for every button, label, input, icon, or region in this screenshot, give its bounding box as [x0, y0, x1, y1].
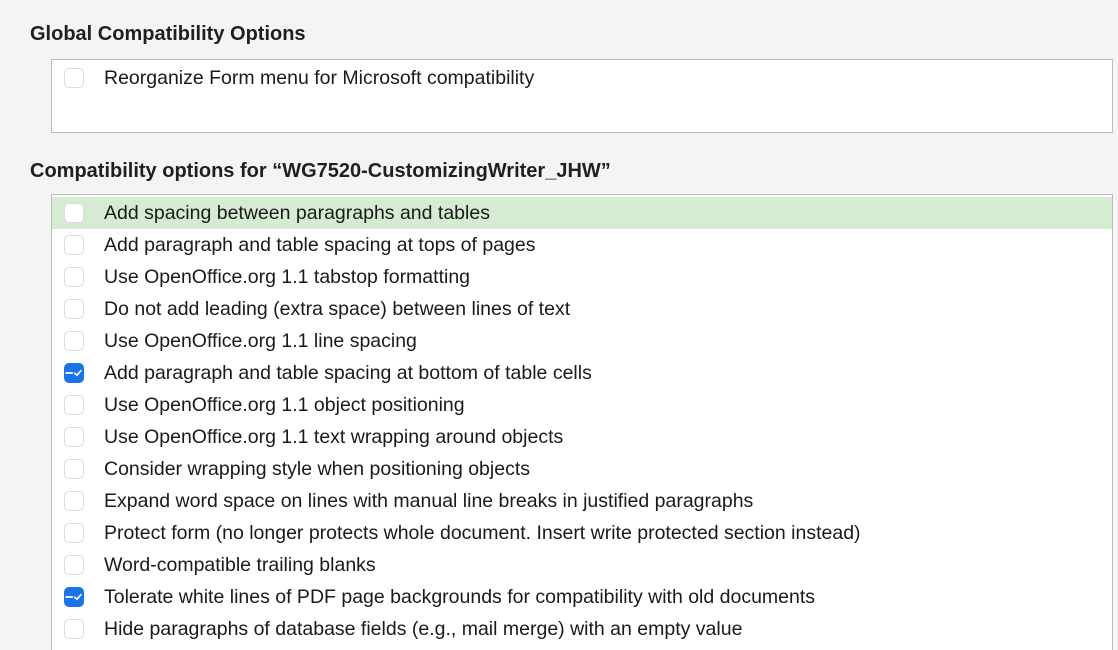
minus-icon	[65, 468, 74, 470]
minus-icon	[65, 77, 74, 79]
checkbox[interactable]	[64, 555, 84, 575]
checkmark-icon	[74, 497, 83, 505]
global-options-list: Reorganize Form menu for Microsoft compa…	[51, 59, 1113, 133]
checkbox[interactable]	[64, 299, 84, 319]
checkmark-icon	[74, 209, 83, 217]
option-label: Word-compatible trailing blanks	[104, 553, 376, 576]
checkbox-indeterminate[interactable]	[64, 363, 84, 383]
checkbox[interactable]	[64, 235, 84, 255]
checkmark-icon	[74, 433, 83, 441]
document-options-list: Add spacing between paragraphs and table…	[51, 194, 1113, 650]
global-compatibility-title: Global Compatibility Options	[30, 23, 306, 45]
minus-icon	[65, 340, 74, 342]
checkbox[interactable]	[64, 523, 84, 543]
option-row-expand-word-space-on-lines-with-manual-line-brea[interactable]: Expand word space on lines with manual l…	[52, 485, 1112, 517]
option-label: Consider wrapping style when positioning…	[104, 457, 530, 480]
option-label: Protect form (no longer protects whole d…	[104, 521, 861, 544]
checkmark-icon	[74, 337, 83, 345]
option-row-add-spacing-between-paragraphs-and-tables[interactable]: Add spacing between paragraphs and table…	[52, 197, 1112, 229]
minus-icon	[65, 212, 74, 214]
option-row-add-paragraph-and-table-spacing-at-bottom-of-tab[interactable]: Add paragraph and table spacing at botto…	[52, 357, 1112, 389]
checkbox[interactable]	[64, 491, 84, 511]
checkbox[interactable]	[64, 331, 84, 351]
option-label: Use OpenOffice.org 1.1 object positionin…	[104, 393, 465, 416]
option-row-use-openoffice-org-1-1-line-spacing[interactable]: Use OpenOffice.org 1.1 line spacing	[52, 325, 1112, 357]
option-label: Tolerate white lines of PDF page backgro…	[104, 585, 816, 608]
option-row-tolerate-white-lines-of-pdf-page-backgrounds-for[interactable]: Tolerate white lines of PDF page backgro…	[52, 581, 1112, 613]
option-label: Do not add leading (extra space) between…	[104, 297, 571, 320]
checkmark-icon	[74, 561, 83, 569]
minus-icon	[65, 244, 74, 246]
option-row-do-not-add-leading-extra-space-between-lines-of-[interactable]: Do not add leading (extra space) between…	[52, 293, 1112, 325]
checkbox[interactable]	[64, 203, 84, 223]
checkmark-icon	[74, 305, 83, 313]
option-label: Add paragraph and table spacing at botto…	[104, 361, 592, 384]
minus-icon	[65, 276, 74, 278]
option-label: Reorganize Form menu for Microsoft compa…	[104, 66, 535, 89]
option-row-use-openoffice-org-1-1-object-positioning[interactable]: Use OpenOffice.org 1.1 object positionin…	[52, 389, 1112, 421]
checkmark-icon	[74, 74, 83, 82]
option-label: Expand word space on lines with manual l…	[104, 489, 754, 512]
option-row-hide-paragraphs-of-database-fields-e-g-mail-merg[interactable]: Hide paragraphs of database fields (e.g.…	[52, 613, 1112, 645]
option-row-protect-form-no-longer-protects-whole-document-i[interactable]: Protect form (no longer protects whole d…	[52, 517, 1112, 549]
checkmark-icon	[74, 241, 83, 249]
checkmark-icon	[74, 625, 83, 633]
option-row-consider-wrapping-style-when-positioning-objects[interactable]: Consider wrapping style when positioning…	[52, 453, 1112, 485]
minus-icon	[65, 308, 74, 310]
checkbox[interactable]	[64, 459, 84, 479]
checkbox[interactable]	[64, 395, 84, 415]
minus-icon	[65, 404, 74, 406]
checkmark-icon	[74, 465, 83, 473]
option-row-word-compatible-trailing-blanks[interactable]: Word-compatible trailing blanks	[52, 549, 1112, 581]
option-label: Add spacing between paragraphs and table…	[104, 201, 490, 224]
minus-icon	[65, 628, 74, 630]
checkbox[interactable]	[64, 68, 84, 88]
minus-icon	[65, 500, 74, 502]
checkbox[interactable]	[64, 619, 84, 639]
option-label: Add paragraph and table spacing at tops …	[104, 233, 536, 256]
option-label: Use OpenOffice.org 1.1 tabstop formattin…	[104, 265, 471, 288]
document-compatibility-title: Compatibility options for “WG7520-Custom…	[30, 160, 611, 182]
minus-icon	[65, 564, 74, 566]
checkmark-icon	[74, 593, 83, 601]
checkbox[interactable]	[64, 267, 84, 287]
checkbox[interactable]	[64, 427, 84, 447]
option-label: Use OpenOffice.org 1.1 line spacing	[104, 329, 417, 352]
option-row-reorganize-form-menu-for-microsoft-compatibility[interactable]: Reorganize Form menu for Microsoft compa…	[52, 61, 1112, 95]
option-row-use-openoffice-org-1-1-tabstop-formatting[interactable]: Use OpenOffice.org 1.1 tabstop formattin…	[52, 261, 1112, 293]
minus-icon	[65, 436, 74, 438]
option-row-add-paragraph-and-table-spacing-at-tops-of-pages[interactable]: Add paragraph and table spacing at tops …	[52, 229, 1112, 261]
checkmark-icon	[74, 369, 83, 377]
minus-icon	[65, 596, 74, 598]
option-row-use-openoffice-org-1-1-text-wrapping-around-obje[interactable]: Use OpenOffice.org 1.1 text wrapping aro…	[52, 421, 1112, 453]
minus-icon	[65, 532, 74, 534]
option-label: Hide paragraphs of database fields (e.g.…	[104, 617, 743, 640]
option-label: Use OpenOffice.org 1.1 text wrapping aro…	[104, 425, 564, 448]
checkmark-icon	[74, 529, 83, 537]
checkbox-checked[interactable]	[64, 587, 84, 607]
checkmark-icon	[74, 401, 83, 409]
checkmark-icon	[74, 273, 83, 281]
minus-icon	[65, 372, 74, 374]
